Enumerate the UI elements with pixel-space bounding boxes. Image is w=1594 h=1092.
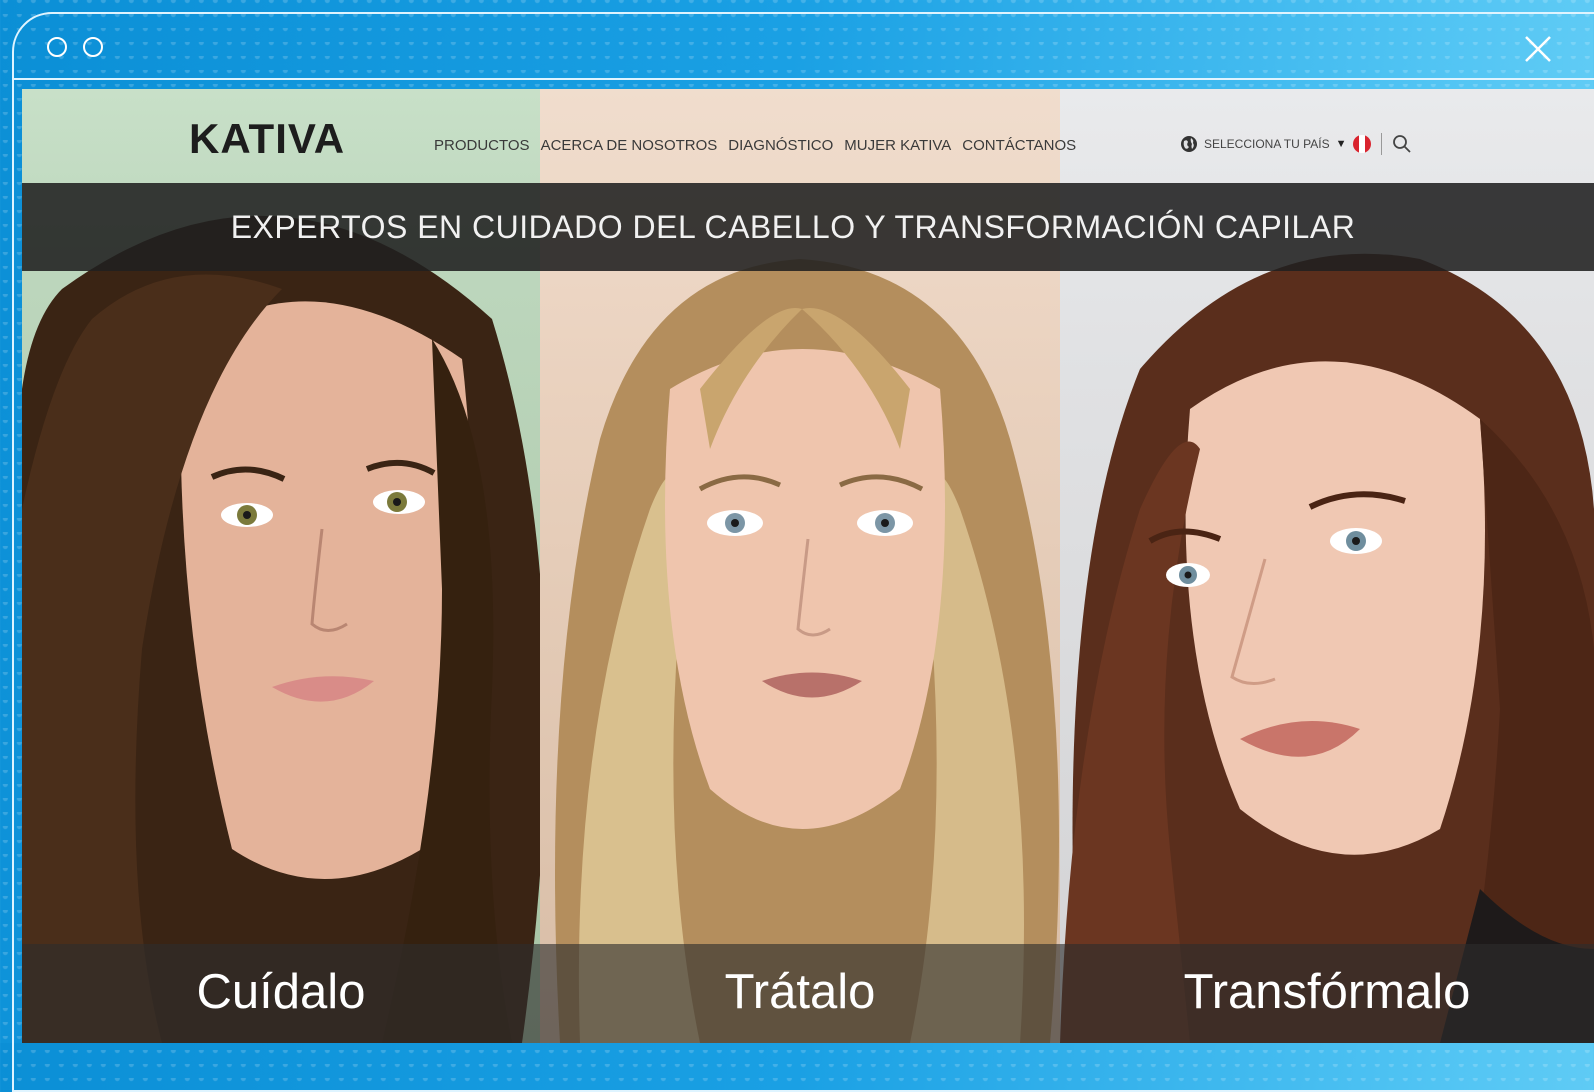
tagline-text: EXPERTOS EN CUIDADO DEL CABELLO Y TRANSF…: [230, 208, 1356, 245]
country-selector-label: SELECCIONA TU PAÍS: [1204, 137, 1330, 151]
panel-caption[interactable]: Trátalo: [725, 964, 876, 1020]
titlebar-divider: [14, 78, 1594, 80]
divider: [1380, 133, 1382, 155]
menu-item-kativa-woman[interactable]: MUJER KATIVA: [844, 137, 951, 154]
menu-item-contact[interactable]: CONTÁCTANOS: [962, 137, 1076, 154]
menu-item-products[interactable]: PRODUCTOS: [434, 137, 530, 154]
tagline-banner: EXPERTOS EN CUIDADO DEL CABELLO Y TRANSF…: [22, 183, 1594, 271]
menu-item-about[interactable]: ACERCA DE NOSOTROS: [541, 137, 718, 154]
menu-item-diagnosis[interactable]: DIAGNÓSTICO: [728, 137, 833, 154]
site-navbar: KATIVA PRODUCTOS ACERCA DE NOSOTROS DIAG…: [22, 89, 1594, 183]
close-icon[interactable]: [1522, 33, 1554, 65]
window-dot-icon[interactable]: [47, 37, 67, 57]
globe-icon: [1181, 136, 1197, 152]
caption-bar: Transfórmalo: [1060, 944, 1594, 1043]
window-dot-icon[interactable]: [83, 37, 103, 57]
caption-bar: Trátalo: [540, 944, 1060, 1043]
panel-caption[interactable]: Transfórmalo: [1184, 964, 1471, 1020]
chevron-down-icon: ▼: [1335, 138, 1347, 150]
webpage-viewport: Cuídalo Trátalo Transfórmalo KATIVA PROD…: [22, 89, 1594, 1043]
country-selector[interactable]: SELECCIONA TU PAÍS ▼: [1180, 133, 1412, 155]
peru-flag-icon: [1352, 135, 1371, 153]
caption-bar: Cuídalo: [22, 944, 540, 1043]
main-menu: PRODUCTOS ACERCA DE NOSOTROS DIAGNÓSTICO…: [434, 137, 1076, 154]
search-icon[interactable]: [1392, 134, 1412, 154]
site-logo[interactable]: KATIVA: [189, 115, 345, 163]
panel-caption[interactable]: Cuídalo: [197, 964, 366, 1020]
